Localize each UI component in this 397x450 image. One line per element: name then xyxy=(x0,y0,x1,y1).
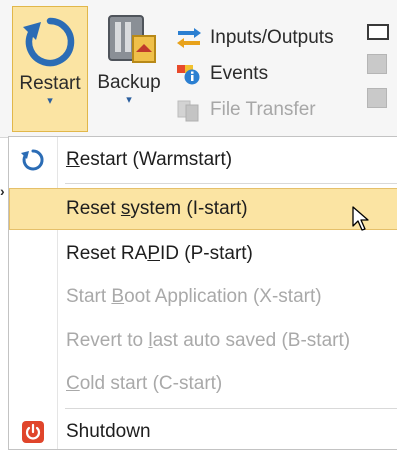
menu-item-label: Shutdown xyxy=(66,421,151,442)
shutdown-icon xyxy=(22,421,44,443)
menu-item-cold-start[interactable]: Cold start (C-start) xyxy=(9,363,397,405)
menu-item-shutdown[interactable]: Shutdown xyxy=(9,411,397,450)
menu-item-label: Restart (Warmstart) xyxy=(66,149,233,170)
menu-separator xyxy=(65,408,397,409)
monitor-icon[interactable] xyxy=(367,54,387,74)
backup-label: Backup xyxy=(97,72,161,93)
menu-item-label: Reset system (I-start) xyxy=(66,198,248,219)
file-transfer-button[interactable]: File Transfer xyxy=(176,92,334,128)
events-icon xyxy=(177,65,200,85)
mouse-cursor-icon xyxy=(352,206,369,231)
menu-item-revert-to-last-auto-saved[interactable]: Revert to last auto saved (B-start) xyxy=(9,320,397,362)
menu-item-reset-system[interactable]: Reset system (I-start) xyxy=(9,188,397,230)
file-transfer-icon xyxy=(177,100,199,122)
restart-icon xyxy=(23,17,75,67)
backup-icon xyxy=(108,15,156,63)
inputs-outputs-button[interactable]: Inputs/Outputs xyxy=(176,20,334,56)
io-arrows-icon xyxy=(177,28,201,48)
inputs-outputs-label: Inputs/Outputs xyxy=(210,27,334,48)
events-label: Events xyxy=(210,63,269,84)
window-icon[interactable] xyxy=(367,24,389,40)
ribbon-overflow-group xyxy=(367,24,389,122)
ribbon-small-group: Inputs/Outputs Events File Transfer xyxy=(176,20,334,128)
panel-icon[interactable] xyxy=(367,88,387,108)
edge-glyph: › xyxy=(0,183,5,199)
menu-item-reset-rapid[interactable]: Reset RAPID (P-start) xyxy=(9,233,397,275)
restart-icon xyxy=(21,149,44,171)
ribbon: Restart ▾ Backup ▾ Inputs/Outputs Events… xyxy=(0,0,397,138)
menu-item-label: Start Boot Application (X-start) xyxy=(66,286,322,307)
menu-item-label: Revert to last auto saved (B-start) xyxy=(66,330,351,351)
restart-dropdown-menu: Restart (Warmstart) Reset system (I-star… xyxy=(8,136,397,450)
events-button[interactable]: Events xyxy=(176,56,334,92)
menu-separator xyxy=(65,183,397,184)
menu-item-start-boot-application[interactable]: Start Boot Application (X-start) xyxy=(9,276,397,318)
restart-button[interactable]: Restart ▾ xyxy=(12,6,88,132)
chevron-down-icon: ▾ xyxy=(126,94,132,106)
restart-label: Restart xyxy=(19,73,81,94)
chevron-down-icon: ▾ xyxy=(47,95,53,107)
file-transfer-label: File Transfer xyxy=(210,99,316,120)
menu-item-restart-warmstart[interactable]: Restart (Warmstart) xyxy=(9,139,397,181)
menu-item-label: Reset RAPID (P-start) xyxy=(66,243,253,264)
backup-button[interactable]: Backup ▾ xyxy=(92,6,166,132)
menu-item-label: Cold start (C-start) xyxy=(66,373,223,394)
